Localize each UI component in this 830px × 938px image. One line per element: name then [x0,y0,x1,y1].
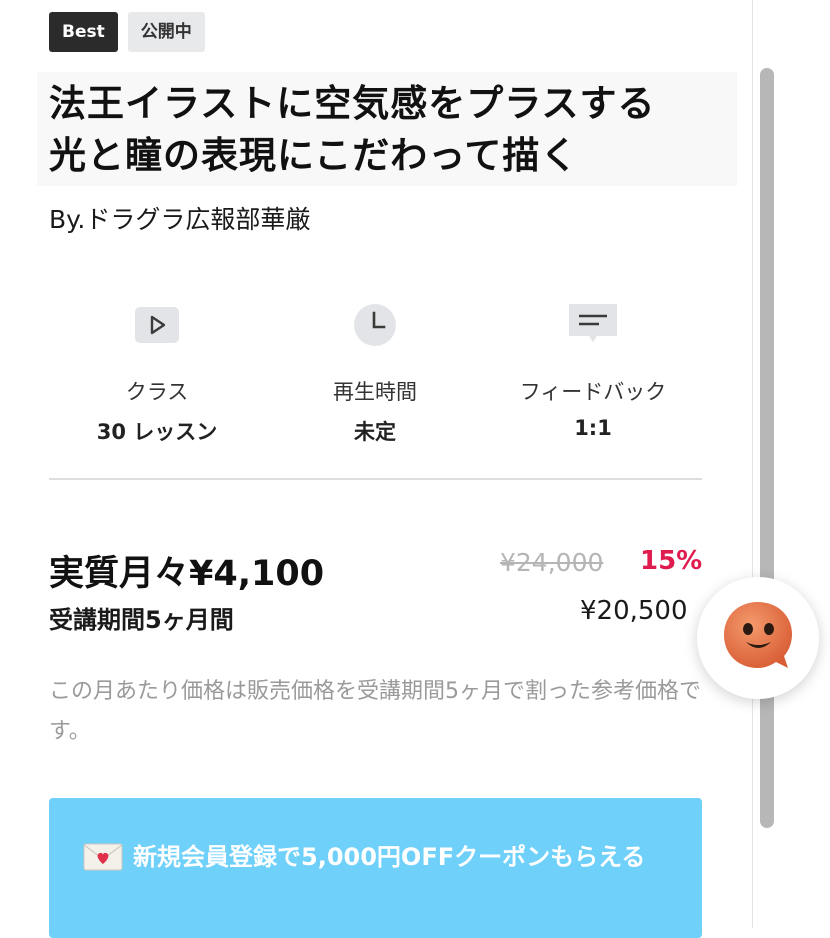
stat-value: 1:1 [574,416,612,440]
original-price: ¥24,000 [500,548,604,577]
course-panel: Best 公開中 法王イラストに空気感をプラスする 光と瞳の表現にこだわって描く… [0,0,753,938]
status-badge: 公開中 [127,12,205,52]
course-period: 受講期間5ヶ月間 [49,606,234,634]
scrollbar-thumb[interactable] [760,68,774,828]
course-title-line-2: 光と瞳の表現にこだわって描く [49,134,579,177]
promo-content: 新規会員登録で5,000円OFFクーポンもらえる [83,836,683,878]
chat-assistant-button[interactable] [697,577,819,699]
feedback-icon [483,300,703,350]
stat-label: クラス [125,380,189,404]
stat-label: 再生時間 [333,380,417,404]
stat-class: クラス 30 レッスン [47,300,267,446]
sale-price: ¥20,500 [580,596,688,626]
promo-text: 新規会員登録で5,000円OFFクーポンもらえる [133,843,646,871]
course-title-line-1: 法王イラストに空気感をプラスする [49,82,656,125]
stat-duration: 再生時間 未定 [265,300,485,446]
clock-icon [265,300,485,350]
course-author[interactable]: By.ドラグラ広報部華厳 [49,200,310,236]
promo-banner[interactable]: 新規会員登録で5,000円OFFクーポンもらえる [49,798,702,938]
love-letter-icon [83,842,123,876]
stat-label: フィードバック [519,380,667,404]
badge-row: Best 公開中 [49,12,205,52]
course-title: 法王イラストに空気感をプラスする 光と瞳の表現にこだわって描く [37,72,737,186]
monthly-price: 実質月々¥4,100 [49,554,325,594]
divider [49,478,702,480]
price-note: この月あたり価格は販売価格を受講期間5ヶ月で割った参考価格です。 [49,679,701,744]
play-icon [47,300,267,350]
discount-percent: 15% [640,546,703,576]
stat-value: 未定 [354,420,396,444]
stat-value: 30 レッスン [96,420,218,444]
stat-feedback: フィードバック 1:1 [483,300,703,440]
smiling-face-icon [718,596,798,680]
scrollbar[interactable] [760,68,776,828]
best-badge: Best [49,12,118,52]
